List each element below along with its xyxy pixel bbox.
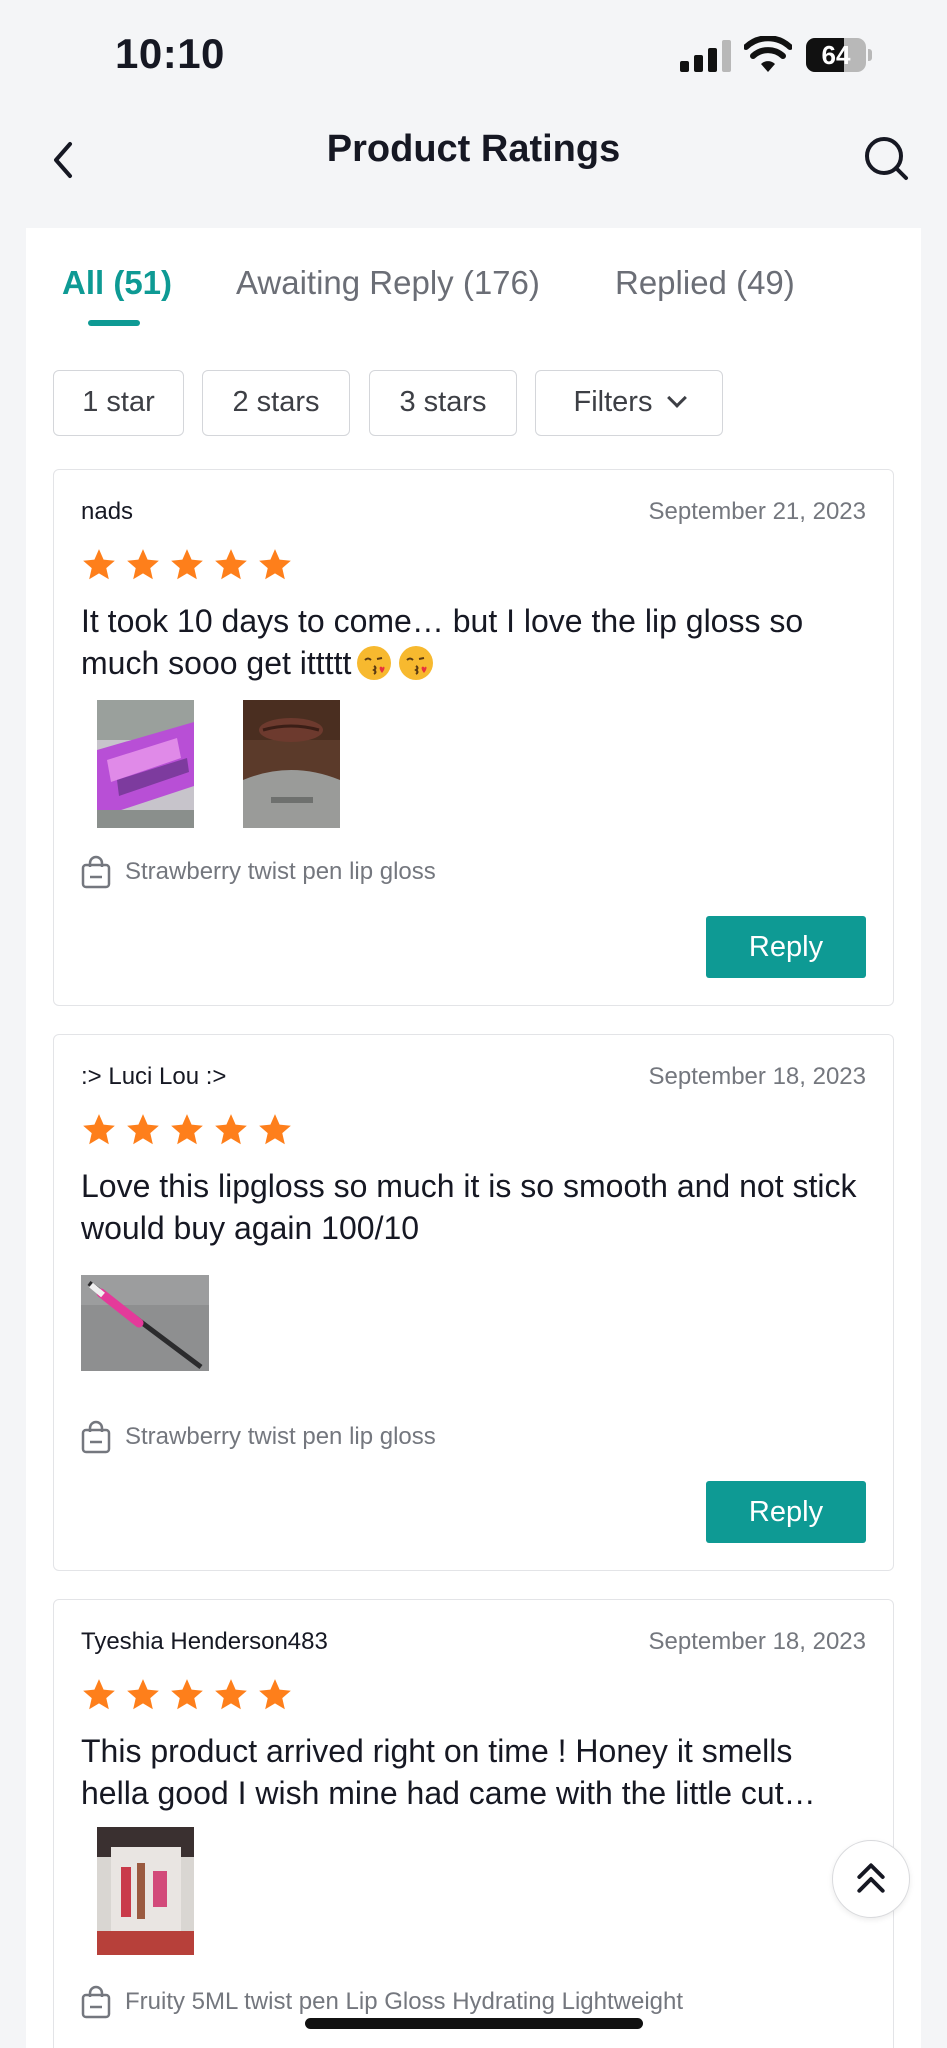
review-photo[interactable] xyxy=(97,700,194,828)
review-date: September 18, 2023 xyxy=(648,1628,867,1655)
filter-chip-1-star[interactable]: 1 star xyxy=(53,370,184,436)
product-ratings-screen: 10:10 64 Product Ratings All (51) Awaiti… xyxy=(0,0,947,2048)
double-chevron-up-icon[interactable] xyxy=(832,1840,910,1918)
product-name: Strawberry twist pen lip gloss xyxy=(125,858,436,885)
filter-chip-2-stars[interactable]: 2 stars xyxy=(202,370,350,436)
review-text: It took 10 days to come… but I love the … xyxy=(81,600,871,684)
status-bar: 10:10 64 xyxy=(0,0,947,110)
product-reference[interactable]: Strawberry twist pen lip gloss xyxy=(81,854,436,890)
review-card: :> Luci Lou :> September 18, 2023 Love t… xyxy=(53,1034,894,1571)
review-card: Tyeshia Henderson483 September 18, 2023 … xyxy=(53,1599,894,2048)
review-photo[interactable] xyxy=(97,1827,194,1955)
review-text-line-2: hella good I wish mine had came with the… xyxy=(81,1775,816,1811)
shopping-bag-icon xyxy=(81,855,111,889)
star-rating xyxy=(80,1676,294,1716)
battery-icon: 64 xyxy=(806,38,872,72)
product-reference[interactable]: Fruity 5ML twist pen Lip Gloss Hydrating… xyxy=(81,1984,683,2020)
page-title: Product Ratings xyxy=(326,128,621,170)
review-text: Love this lipgloss so much it is so smoo… xyxy=(81,1168,857,1246)
tab-replied[interactable]: Replied (49) xyxy=(615,264,795,302)
review-text-body: It took 10 days to come… but I love the … xyxy=(81,603,804,681)
kissing-face-icon xyxy=(357,646,392,680)
star-icon xyxy=(171,1679,203,1710)
wifi-icon xyxy=(744,36,792,72)
chevron-down-icon xyxy=(667,388,688,408)
star-icon xyxy=(83,549,115,580)
review-photo[interactable] xyxy=(243,700,340,828)
active-tab-indicator xyxy=(88,320,140,326)
star-icon xyxy=(215,549,247,580)
star-icon xyxy=(259,549,291,580)
reply-button[interactable]: Reply xyxy=(706,916,866,978)
review-card: nads September 21, 2023 It took 10 days … xyxy=(53,469,894,1006)
review-date: September 18, 2023 xyxy=(648,1063,867,1090)
search-icon[interactable] xyxy=(860,128,910,188)
reply-button[interactable]: Reply xyxy=(706,1481,866,1543)
shopping-bag-icon xyxy=(81,1985,111,2019)
review-date: September 21, 2023 xyxy=(648,498,867,525)
product-name: Fruity 5ML twist pen Lip Gloss Hydrating… xyxy=(125,1988,684,2015)
product-reference[interactable]: Strawberry twist pen lip gloss xyxy=(81,1419,436,1455)
navigation-bar: Product Ratings xyxy=(0,110,947,230)
star-rating xyxy=(80,1111,294,1151)
filters-button[interactable]: Filters xyxy=(535,370,723,436)
star-icon xyxy=(83,1114,115,1145)
reviewer-name: nads xyxy=(81,498,134,525)
star-icon xyxy=(215,1679,247,1710)
cellular-signal-icon xyxy=(680,40,732,72)
ratings-panel: All (51) Awaiting Reply (176) Replied (4… xyxy=(26,228,921,2048)
filter-chip-3-stars[interactable]: 3 stars xyxy=(369,370,517,436)
tab-awaiting-reply[interactable]: Awaiting Reply (176) xyxy=(236,264,540,302)
star-icon xyxy=(259,1679,291,1710)
review-photo[interactable] xyxy=(81,1275,209,1371)
star-rating xyxy=(80,546,294,586)
battery-level-text: 64 xyxy=(821,40,851,70)
star-icon xyxy=(127,549,159,580)
reviewer-name: :> Luci Lou :> xyxy=(81,1063,227,1090)
kissing-face-icon xyxy=(399,646,434,680)
review-text-line-1: This product arrived right on time ! Hon… xyxy=(81,1733,793,1769)
filters-label: Filters xyxy=(573,386,653,418)
home-indicator xyxy=(305,2018,643,2029)
product-name: Strawberry twist pen lip gloss xyxy=(125,1423,436,1450)
star-icon xyxy=(171,1114,203,1145)
rating-tabs: All (51) Awaiting Reply (176) Replied (4… xyxy=(26,228,921,328)
star-icon xyxy=(127,1114,159,1145)
star-icon xyxy=(171,549,203,580)
tab-all[interactable]: All (51) xyxy=(62,264,172,302)
star-icon xyxy=(259,1114,291,1145)
star-icon xyxy=(83,1679,115,1710)
status-time: 10:10 xyxy=(115,30,225,77)
shopping-bag-icon xyxy=(81,1420,111,1454)
star-icon xyxy=(215,1114,247,1145)
star-icon xyxy=(127,1679,159,1710)
review-text: This product arrived right on time ! Hon… xyxy=(81,1730,871,1814)
reviewer-name: Tyeshia Henderson483 xyxy=(81,1628,328,1655)
